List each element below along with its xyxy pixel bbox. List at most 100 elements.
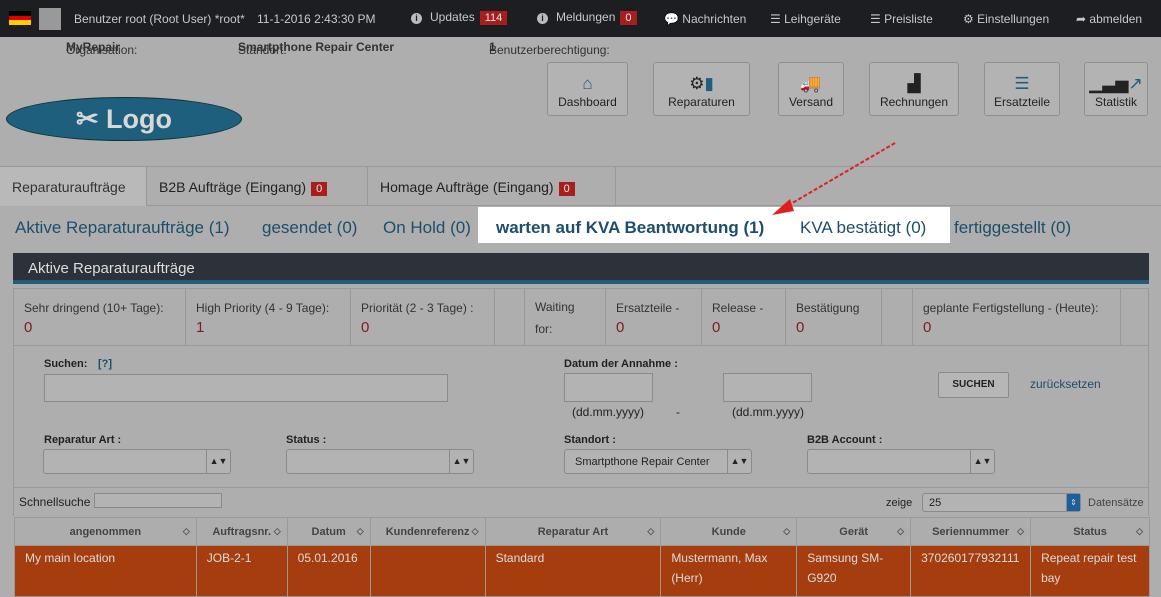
- stat-prioritaet: Priorität (2 - 3 Tage) :0: [351, 289, 495, 345]
- col-angenommen[interactable]: angenommen ◇: [14, 517, 197, 546]
- preisliste-label: Preisliste: [884, 12, 933, 26]
- sort-icon: ◇: [647, 526, 655, 536]
- divider: [13, 487, 1149, 488]
- cash-register-icon: ▟: [907, 74, 921, 93]
- tab-label: B2B Aufträge (Eingang): [159, 179, 307, 195]
- col-auftragsnr[interactable]: Auftragsnr. ◇: [195, 517, 288, 546]
- col-seriennummer[interactable]: Seriennummer ◇: [910, 517, 1032, 546]
- col-reparatur-art[interactable]: Reparatur Art ◇: [484, 517, 662, 546]
- tab-b2b-auftraege[interactable]: B2B Aufträge (Eingang) 0: [147, 167, 368, 206]
- standort-value: Smartpthone Repair Center: [575, 456, 710, 468]
- tab-reparaturauftraege[interactable]: Reparaturaufträge: [0, 167, 147, 206]
- stat-sehr-dringend: Sehr dringend (10+ Tage): 0: [14, 289, 186, 345]
- stat-geplant: geplante Fertigstellung - (Heute): 0: [913, 289, 1121, 345]
- nav-ersatzteile-button[interactable]: ☰ Ersatzteile: [984, 62, 1060, 116]
- gear-icon: ⚙: [963, 12, 978, 26]
- orders-table: angenommen ◇ Auftragsnr. ◇ Datum ◇ Kundenre…: [14, 517, 1150, 597]
- schnellsuche-input[interactable]: [94, 493, 222, 508]
- stat-high-priority: High Priority (4 - 9 Tage): 1: [186, 289, 351, 345]
- crumb-fertiggestellt[interactable]: fertiggestellt (0): [954, 218, 1071, 238]
- updates-badge: 114: [479, 11, 508, 25]
- crumb-aktive[interactable]: Aktive Reparaturaufträge (1): [15, 218, 230, 238]
- search-input[interactable]: [44, 374, 448, 402]
- german-flag-icon[interactable]: [9, 11, 31, 25]
- cell-kunde: Mustermann, Max (Herr): [660, 545, 798, 597]
- col-status[interactable]: Status ◇: [1030, 517, 1150, 546]
- crumb-warten-kva[interactable]: warten auf KVA Beantwortung (1): [496, 218, 764, 238]
- leihgeraete-link[interactable]: ☰ Leihgeräte: [770, 12, 841, 26]
- org-bar: Organisation: MyRepair Standort: Smartpt…: [0, 37, 1161, 57]
- sort-icon: ◇: [897, 526, 905, 536]
- server-stack-icon: ☰: [1014, 74, 1030, 93]
- cell-auftragsnr: JOB-2-1: [195, 545, 288, 597]
- meldungen-link[interactable]: i Meldungen 0: [537, 10, 637, 25]
- page-size-select[interactable]: 25 ⇕: [922, 493, 1081, 512]
- nav-label: Reparaturen: [668, 95, 735, 109]
- permission-info: Benutzerberechtigung: 1: [489, 40, 610, 57]
- b2b-label: B2B Account :: [807, 434, 883, 446]
- col-datum[interactable]: Datum ◇: [286, 517, 371, 546]
- crumb-gesendet[interactable]: gesendet (0): [262, 218, 357, 238]
- einstellungen-label: Einstellungen: [977, 12, 1050, 26]
- cell-seriennummer: 370260177932111: [910, 545, 1032, 597]
- col-kundenreferenz[interactable]: Kundenreferenz ◇: [369, 517, 486, 546]
- user-avatar[interactable]: [39, 8, 61, 30]
- gear-screwdriver-icon: ⚙▮: [689, 74, 714, 93]
- leihgeraete-label: Leihgeräte: [784, 12, 841, 26]
- einstellungen-link[interactable]: ⚙ Einstellungen: [963, 12, 1049, 26]
- tab-homage-auftraege[interactable]: Homage Aufträge (Eingang) 0: [368, 167, 616, 206]
- standort-select[interactable]: Smartpthone Repair Center ▲▼: [564, 449, 752, 474]
- stat-waiting: Waiting for:: [525, 289, 606, 345]
- updown-icon: ▲▼: [970, 450, 994, 473]
- meldungen-badge: 0: [620, 11, 637, 25]
- annotation-arrow: [772, 142, 896, 215]
- abmelden-link[interactable]: ➦ abmelden: [1076, 12, 1142, 26]
- panel-header: Aktive Reparaturaufträge: [13, 253, 1149, 284]
- date-to-input[interactable]: [723, 373, 812, 402]
- sort-icon: ◇: [356, 526, 364, 536]
- updates-link[interactable]: i Updates 114: [411, 10, 508, 25]
- date-from-input[interactable]: [564, 373, 653, 402]
- col-kunde[interactable]: Kunde ◇: [660, 517, 798, 546]
- updates-label: Updates: [430, 10, 475, 24]
- sort-icon: ◇: [182, 526, 190, 536]
- nachrichten-link[interactable]: 💬 Nachrichten: [664, 12, 746, 26]
- home-icon: ⌂: [582, 74, 593, 93]
- sort-icon: ◇: [1136, 526, 1143, 536]
- user-name: Benutzer root (Root User) *root*: [74, 12, 245, 26]
- col-geraet[interactable]: Gerät ◇: [796, 517, 912, 546]
- table-row[interactable]: My main location JOB-2-1 05.01.2016 Stan…: [14, 545, 1150, 597]
- org-info: Organisation: MyRepair: [66, 40, 138, 57]
- nachrichten-label: Nachrichten: [682, 12, 747, 26]
- list-icon: ☰: [870, 12, 885, 26]
- updown-icon: ⇕: [1066, 494, 1080, 511]
- reset-link[interactable]: zurücksetzen: [1030, 377, 1101, 391]
- nav-label: Versand: [788, 95, 834, 109]
- schnellsuche-label: Schnellsuche: [19, 495, 91, 509]
- status-select[interactable]: ▲▼: [286, 449, 474, 474]
- nav-label: Ersatzteile: [993, 95, 1051, 109]
- info-icon: i: [537, 13, 548, 24]
- share-arrow-icon: ➦: [1076, 12, 1090, 26]
- nav-dashboard-button[interactable]: ⌂ Dashboard: [547, 62, 628, 116]
- datum-label: Datum der Annahme :: [564, 358, 678, 370]
- nav-reparaturen-button[interactable]: ⚙▮ Reparaturen: [653, 62, 750, 116]
- help-link[interactable]: [?]: [98, 358, 112, 370]
- top-bar: Benutzer root (Root User) *root* 11-1-20…: [0, 0, 1161, 37]
- logo[interactable]: ✂ Logo: [6, 97, 242, 141]
- crumb-on-hold[interactable]: On Hold (0): [383, 218, 471, 238]
- b2b-select[interactable]: ▲▼: [807, 449, 995, 474]
- sort-icon: ◇: [471, 526, 479, 536]
- reparatur-art-select[interactable]: ▲▼: [43, 449, 231, 474]
- cell-geraet: Samsung SM-G920: [796, 545, 912, 597]
- tab-label: Reparaturaufträge: [12, 179, 126, 195]
- nav-rechnungen-button[interactable]: ▟ Rechnungen: [869, 62, 959, 116]
- nav-versand-button[interactable]: 🚚 Versand: [778, 62, 844, 116]
- nav-label: Dashboard: [558, 95, 617, 109]
- preisliste-link[interactable]: ☰ Preisliste: [870, 12, 933, 26]
- nav-statistik-button[interactable]: ▁▃▅↗ Statistik: [1084, 62, 1148, 116]
- sort-icon: ◇: [783, 526, 791, 536]
- stat-bestaetigung: Bestätigung 0: [786, 289, 882, 345]
- cell-reparatur-art: Standard: [484, 545, 662, 597]
- suchen-button[interactable]: SUCHEN: [938, 372, 1009, 398]
